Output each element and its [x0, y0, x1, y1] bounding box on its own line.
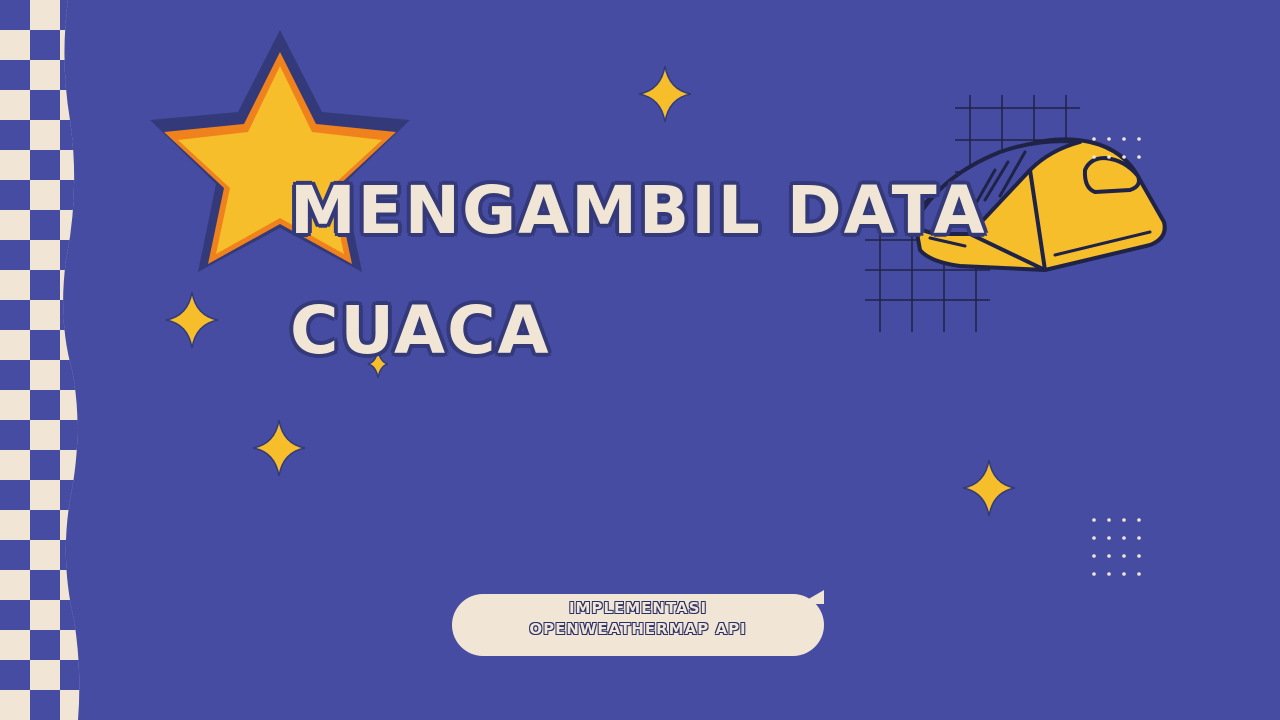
- sparkle-icon: [165, 291, 219, 349]
- subtitle: IMPLEMENTASI OPENWEATHERMAP API: [452, 598, 824, 640]
- sparkle-icon: [962, 459, 1016, 517]
- dots-icon: [1092, 518, 1141, 576]
- sparkle-icon: [252, 419, 306, 477]
- subtitle-line2: OPENWEATHERMAP API: [529, 620, 747, 638]
- page-title-line1: MENGAMBIL DATA: [290, 172, 987, 249]
- sparkle-icon: [638, 65, 692, 123]
- page-title-line2: CUACA: [290, 292, 551, 369]
- checker-pattern: [0, 0, 80, 720]
- subtitle-line1: IMPLEMENTASI: [568, 599, 708, 617]
